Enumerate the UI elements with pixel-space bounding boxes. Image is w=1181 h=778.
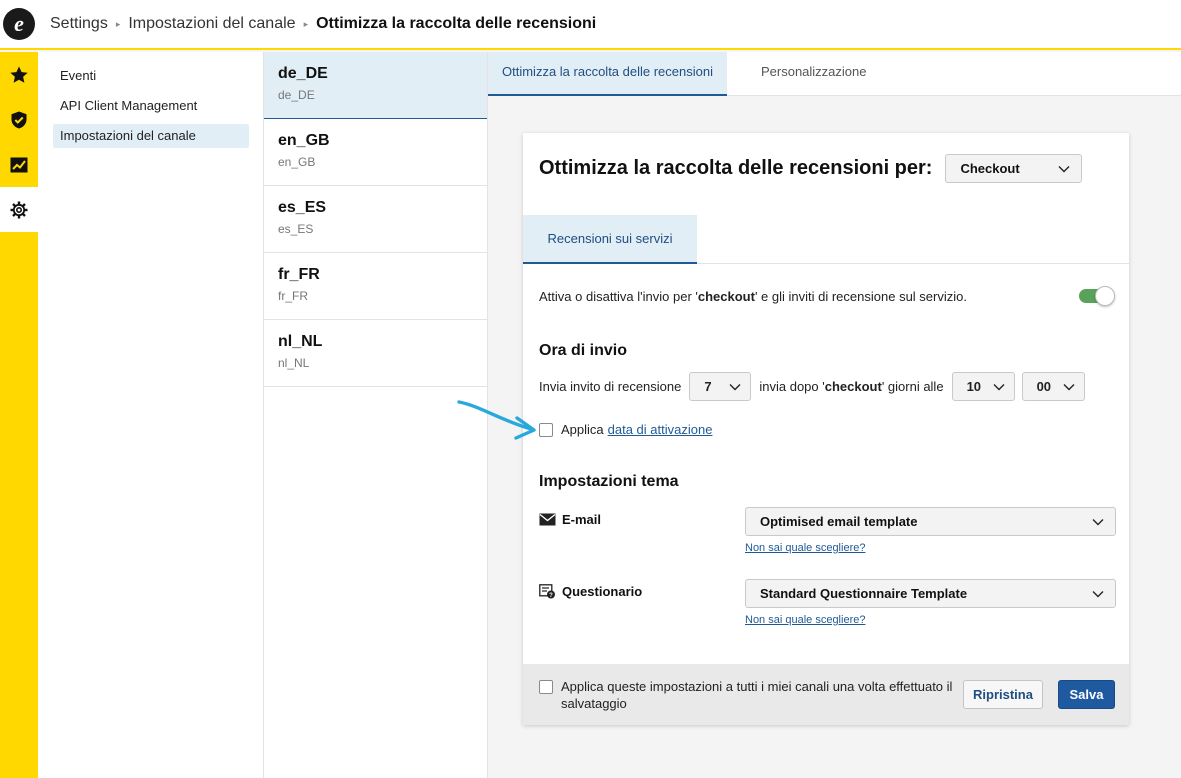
rail-item-reviews[interactable] [0, 52, 38, 97]
hour-select-value: 10 [966, 379, 982, 394]
send-time-row: Invia invito di recensione 7 invia dopo … [539, 372, 1085, 401]
star-icon [10, 66, 28, 83]
chevron-down-icon [1092, 590, 1104, 597]
send-after-text-before: invia dopo ' [759, 379, 825, 394]
top-bar: e Settings ▸ Impostazioni del canale ▸ O… [0, 0, 1181, 50]
hour-select[interactable]: 10 [951, 372, 1015, 401]
card-header: Ottimizza la raccolta delle recensioni p… [539, 154, 1083, 183]
chevron-down-icon [1058, 165, 1070, 172]
toggle-knob [1095, 286, 1115, 306]
chevron-down-icon [1063, 383, 1075, 390]
locale-sub: en_GB [278, 155, 316, 169]
locale-sub: nl_NL [278, 356, 310, 370]
questionnaire-template-select[interactable]: Standard Questionnaire Template [745, 579, 1116, 608]
email-label-row: E-mail [539, 512, 601, 527]
chevron-down-icon [993, 383, 1005, 390]
settings-card: Ottimizza la raccolta delle recensioni p… [523, 133, 1129, 725]
days-select-value: 7 [704, 379, 712, 394]
locale-code: fr_FR [278, 266, 320, 283]
breadcrumb-separator-icon: ▸ [303, 18, 309, 29]
activation-date-checkbox[interactable] [539, 422, 553, 437]
breadcrumb-item-settings[interactable]: Settings [50, 15, 108, 33]
tab-optimize-review-collection[interactable]: Ottimizza la raccolta delle recensioni [488, 52, 727, 96]
card-footer: Applica queste impostazioni a tutti i mi… [523, 664, 1129, 725]
nav-item-api-client-management[interactable]: API Client Management [53, 94, 249, 118]
breadcrumb-current: Ottimizza la raccolta delle recensioni [316, 15, 597, 32]
reset-button[interactable]: Ripristina [963, 680, 1043, 709]
chart-icon [10, 157, 28, 172]
send-after-text-bold: checkout [824, 379, 882, 394]
email-template-select[interactable]: Optimised email template [745, 507, 1116, 536]
locale-item-fr-fr[interactable]: fr_FR fr_FR [264, 253, 487, 320]
envelope-icon [539, 513, 556, 526]
questionnaire-icon: ? [539, 584, 555, 599]
locale-sub: de_DE [278, 88, 315, 102]
tab-service-reviews[interactable]: Recensioni sui servizi [523, 215, 697, 264]
gear-icon [10, 201, 28, 218]
email-help-link[interactable]: Non sai quale scegliere? [745, 542, 865, 554]
activation-row: Applica data di attivazione [539, 422, 712, 437]
shield-icon [11, 111, 27, 128]
questionnaire-label: Questionario [562, 584, 643, 599]
toggle-text-bold: checkout [697, 288, 755, 304]
theme-settings-title: Impostazioni tema [539, 473, 679, 490]
email-template-value: Optimised email template [760, 514, 918, 529]
logo-icon: e [3, 8, 35, 40]
rail-item-analytics[interactable] [0, 142, 38, 187]
activation-date-link[interactable]: data di attivazione [608, 422, 713, 437]
chevron-down-icon [1092, 518, 1104, 525]
locale-code: en_GB [278, 132, 330, 149]
rail-item-settings[interactable] [0, 187, 38, 232]
nav-item-events[interactable]: Eventi [53, 64, 249, 88]
send-after-text-after: ' giorni alle [881, 379, 944, 394]
locale-code: de_DE [278, 65, 328, 82]
minute-select[interactable]: 00 [1021, 372, 1085, 401]
toggle-row: Attiva o disattiva l'invio per 'checkout… [539, 286, 1115, 306]
locale-item-en-gb[interactable]: en_GB en_GB [264, 119, 487, 186]
breadcrumb-separator-icon: ▸ [115, 18, 121, 29]
breadcrumb: Settings ▸ Impostazioni del canale ▸ Ott… [50, 15, 596, 33]
settings-nav: Eventi API Client Management Impostazion… [38, 52, 263, 778]
toggle-description: Attiva o disattiva l'invio per 'checkout… [539, 289, 967, 304]
apply-all-label: Applica queste impostazioni a tutti i mi… [561, 679, 953, 711]
save-button[interactable]: Salva [1058, 680, 1115, 709]
locale-item-de-de[interactable]: de_DE de_DE [264, 52, 487, 119]
locale-item-es-es[interactable]: es_ES es_ES [264, 186, 487, 253]
apply-all-checkbox[interactable] [539, 680, 553, 694]
send-time-title: Ora di invio [539, 342, 628, 359]
trigger-select-value: Checkout [960, 161, 1020, 176]
trigger-select[interactable]: Checkout [945, 154, 1083, 183]
activation-label: Applica [561, 422, 604, 437]
logo[interactable]: e [0, 1, 38, 47]
minute-select-value: 00 [1036, 379, 1052, 394]
locale-code: es_ES [278, 199, 327, 216]
locale-item-nl-nl[interactable]: nl_NL nl_NL [264, 320, 487, 387]
annotation-arrow-icon [457, 400, 536, 440]
svg-text:?: ? [549, 593, 553, 599]
locale-sub: fr_FR [278, 289, 308, 303]
chevron-down-icon [729, 383, 741, 390]
email-label: E-mail [562, 512, 602, 527]
questionnaire-help-link[interactable]: Non sai quale scegliere? [745, 614, 865, 626]
left-rail [0, 52, 38, 778]
main-tabs: Ottimizza la raccolta delle recensioni P… [488, 52, 1181, 96]
card-title: Ottimizza la raccolta delle recensioni p… [539, 157, 933, 179]
apply-all-row: Applica queste impostazioni a tutti i mi… [539, 678, 959, 712]
send-label: Invia invito di recensione [539, 379, 682, 394]
nav-item-channel-settings[interactable]: Impostazioni del canale [53, 124, 249, 148]
questionnaire-label-row: ? Questionario [539, 584, 642, 599]
inner-tabs: Recensioni sui servizi [523, 215, 1129, 264]
toggle-text-after: ' e gli inviti di recensione sul servizi… [754, 288, 967, 304]
breadcrumb-item-channel-settings[interactable]: Impostazioni del canale [128, 15, 295, 33]
send-after-label: invia dopo 'checkout' giorni alle [759, 379, 943, 394]
rail-item-security[interactable] [0, 97, 38, 142]
questionnaire-template-value: Standard Questionnaire Template [760, 586, 968, 601]
toggle-text-before: Attiva o disattiva l'invio per ' [539, 288, 698, 304]
invites-toggle[interactable] [1079, 286, 1115, 306]
tab-customization[interactable]: Personalizzazione [727, 52, 881, 96]
locale-sub: es_ES [278, 222, 314, 236]
locale-code: nl_NL [278, 333, 323, 350]
days-select[interactable]: 7 [689, 372, 752, 401]
